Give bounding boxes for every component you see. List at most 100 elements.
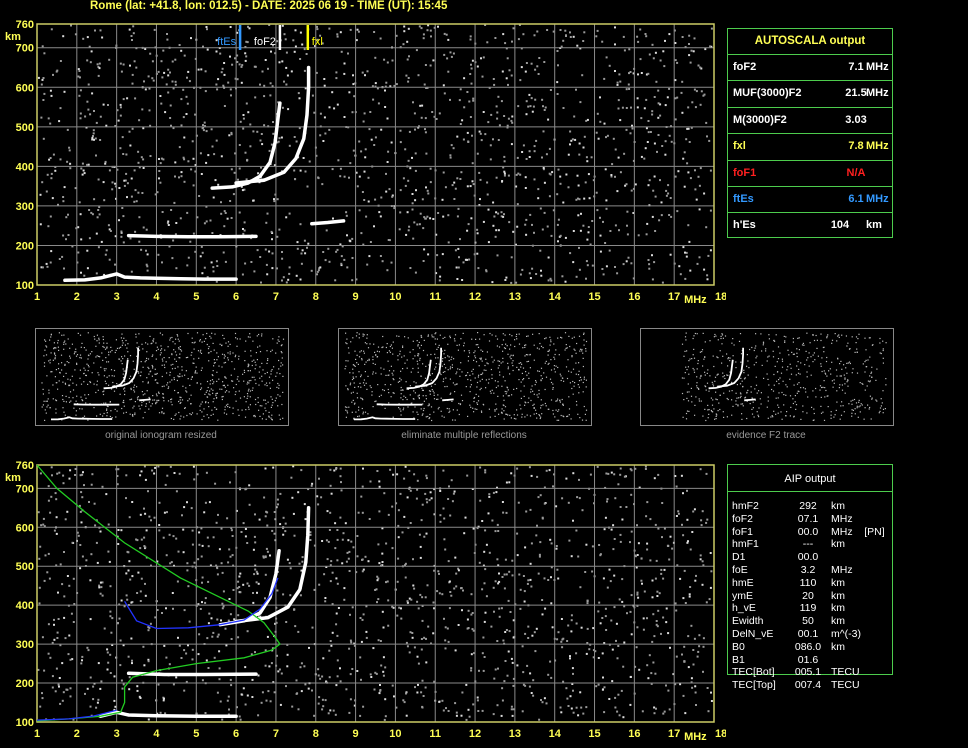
noise-dot — [54, 353, 56, 355]
noise-dot — [160, 60, 163, 63]
noise-dot — [577, 197, 579, 200]
noise-dot — [261, 70, 264, 73]
noise-dot — [484, 568, 487, 571]
noise-dot — [245, 102, 248, 105]
noise-dot — [660, 214, 663, 217]
noise-dot — [540, 404, 542, 407]
noise-dot — [44, 419, 46, 421]
noise-dot — [142, 417, 144, 419]
noise-dot — [708, 139, 711, 142]
noise-dot — [429, 64, 432, 67]
noise-dot — [224, 391, 226, 393]
noise-dot — [744, 397, 746, 399]
noise-dot — [254, 368, 256, 370]
noise-dot — [839, 384, 841, 386]
noise-dot — [498, 413, 500, 415]
noise-dot — [205, 161, 208, 164]
noise-dot — [591, 570, 594, 573]
noise-dot — [649, 131, 652, 133]
noise-dot — [827, 334, 829, 336]
noise-dot — [497, 139, 500, 141]
noise-dot — [418, 25, 421, 28]
noise-dot — [164, 349, 166, 351]
noise-dot — [328, 529, 331, 531]
noise-dot — [813, 412, 815, 415]
noise-dot — [692, 663, 695, 666]
noise-dot — [502, 357, 504, 359]
noise-dot — [697, 64, 700, 67]
noise-dot — [374, 400, 376, 403]
noise-dot — [95, 391, 97, 394]
noise-dot — [461, 119, 464, 122]
noise-dot — [402, 346, 404, 348]
noise-dot — [346, 343, 348, 345]
noise-dot — [444, 186, 447, 189]
noise-dot — [508, 481, 511, 484]
noise-dot — [442, 215, 445, 218]
noise-dot — [85, 349, 87, 351]
noise-dot — [453, 181, 456, 184]
noise-dot — [540, 375, 542, 377]
noise-dot — [221, 607, 224, 610]
noise-dot — [260, 701, 263, 704]
noise-dot — [591, 220, 594, 222]
noise-dot — [858, 399, 860, 401]
noise-dot — [215, 395, 217, 397]
noise-dot — [46, 346, 48, 348]
noise-dot — [72, 621, 75, 623]
noise-dot — [282, 391, 284, 393]
noise-dot — [151, 60, 154, 63]
noise-dot — [360, 678, 362, 681]
noise-dot — [365, 361, 367, 363]
noise-dot — [129, 144, 132, 147]
noise-dot — [449, 156, 452, 159]
noise-dot — [368, 518, 371, 520]
noise-dot — [41, 697, 44, 700]
noise-dot — [233, 618, 236, 621]
noise-dot — [362, 411, 364, 413]
noise-dot — [584, 413, 586, 415]
noise-dot — [407, 406, 409, 408]
noise-dot — [793, 416, 795, 418]
noise-dot — [565, 366, 568, 368]
noise-dot — [693, 88, 696, 91]
noise-dot — [147, 629, 150, 632]
noise-dot — [525, 402, 527, 404]
noise-dot — [259, 345, 261, 347]
noise-dot — [567, 359, 569, 361]
noise-dot — [468, 715, 471, 718]
noise-dot — [408, 55, 410, 58]
noise-dot — [291, 705, 294, 708]
noise-dot — [789, 363, 791, 365]
noise-dot — [480, 357, 482, 359]
noise-dot — [413, 473, 416, 476]
noise-dot — [477, 400, 480, 402]
noise-dot — [364, 156, 367, 159]
noise-dot — [440, 410, 442, 412]
noise-dot — [71, 343, 73, 345]
noise-dot — [709, 552, 712, 554]
noise-dot — [485, 379, 487, 381]
noise-dot — [377, 543, 380, 546]
noise-dot — [655, 80, 658, 83]
noise-dot — [687, 383, 689, 385]
noise-dot — [515, 418, 517, 420]
noise-dot — [144, 411, 146, 413]
noise-dot — [823, 370, 825, 372]
noise-dot — [507, 117, 510, 120]
noise-dot — [516, 203, 519, 206]
noise-dot — [84, 115, 87, 118]
noise-dot — [241, 273, 244, 276]
noise-dot — [349, 382, 352, 384]
noise-dot — [252, 130, 255, 133]
noise-dot — [438, 112, 441, 115]
noise-dot — [61, 395, 64, 397]
noise-dot — [123, 370, 125, 372]
noise-dot — [533, 145, 536, 148]
noise-dot — [115, 349, 117, 351]
noise-dot — [570, 619, 573, 622]
noise-dot — [224, 355, 226, 357]
noise-dot — [550, 399, 553, 401]
noise-dot — [200, 555, 203, 558]
noise-dot — [695, 198, 698, 201]
